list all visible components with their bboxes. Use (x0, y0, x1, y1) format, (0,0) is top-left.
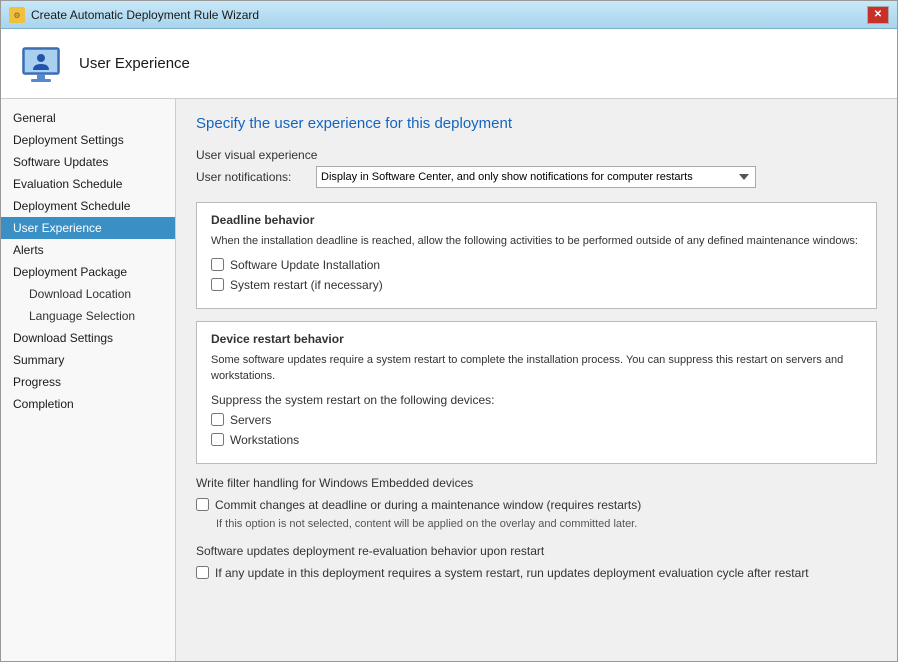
user-notifications-select[interactable]: Display in Software Center, and only sho… (316, 166, 756, 188)
re-evaluation-row: If any update in this deployment require… (196, 566, 877, 580)
sidebar-item-software-updates[interactable]: Software Updates (1, 151, 175, 173)
sidebar-item-download-location[interactable]: Download Location (1, 283, 175, 305)
sidebar-item-evaluation-schedule[interactable]: Evaluation Schedule (1, 173, 175, 195)
software-update-install-label: Software Update Installation (230, 258, 380, 272)
servers-label: Servers (230, 413, 271, 427)
window-title: Create Automatic Deployment Rule Wizard (31, 8, 259, 22)
workstations-row: Workstations (211, 433, 862, 447)
re-evaluation-checkbox[interactable] (196, 566, 209, 579)
workstations-checkbox[interactable] (211, 433, 224, 446)
svg-text:⚙: ⚙ (13, 11, 20, 20)
system-restart-label: System restart (if necessary) (230, 278, 383, 292)
title-bar: ⚙ Create Automatic Deployment Rule Wizar… (1, 1, 897, 29)
sidebar-item-summary[interactable]: Summary (1, 349, 175, 371)
sidebar-item-deployment-package[interactable]: Deployment Package (1, 261, 175, 283)
main-area: GeneralDeployment SettingsSoftware Updat… (1, 99, 897, 661)
suppress-label: Suppress the system restart on the follo… (211, 393, 862, 407)
content-title: Specify the user experience for this dep… (196, 115, 877, 132)
title-buttons: ✕ (867, 6, 889, 24)
sidebar-item-alerts[interactable]: Alerts (1, 239, 175, 261)
sidebar: GeneralDeployment SettingsSoftware Updat… (1, 99, 176, 661)
write-filter-note: If this option is not selected, content … (216, 518, 877, 530)
sidebar-item-language-selection[interactable]: Language Selection (1, 305, 175, 327)
device-restart-behavior-group: Device restart behavior Some software up… (196, 321, 877, 464)
re-evaluation-title: Software updates deployment re-evaluatio… (196, 544, 877, 558)
re-evaluation-section: Software updates deployment re-evaluatio… (196, 544, 877, 580)
sidebar-item-deployment-schedule[interactable]: Deployment Schedule (1, 195, 175, 217)
system-restart-row: System restart (if necessary) (211, 278, 862, 292)
sidebar-item-progress[interactable]: Progress (1, 371, 175, 393)
close-button[interactable]: ✕ (867, 6, 889, 24)
system-restart-checkbox[interactable] (211, 278, 224, 291)
servers-row: Servers (211, 413, 862, 427)
write-filter-section: Write filter handling for Windows Embedd… (196, 476, 877, 530)
window-icon: ⚙ (9, 7, 25, 23)
header-icon (17, 40, 65, 88)
re-evaluation-label: If any update in this deployment require… (215, 566, 809, 580)
sidebar-item-user-experience[interactable]: User Experience (1, 217, 175, 239)
header-area: User Experience (1, 29, 897, 99)
deadline-behavior-group: Deadline behavior When the installation … (196, 202, 877, 309)
software-update-install-row: Software Update Installation (211, 258, 862, 272)
user-notifications-row: User notifications: Display in Software … (196, 166, 877, 188)
commit-changes-label: Commit changes at deadline or during a m… (215, 498, 641, 512)
content-area: Specify the user experience for this dep… (176, 99, 897, 661)
title-bar-left: ⚙ Create Automatic Deployment Rule Wizar… (9, 7, 259, 23)
servers-checkbox[interactable] (211, 413, 224, 426)
commit-changes-checkbox[interactable] (196, 498, 209, 511)
device-restart-title: Device restart behavior (211, 332, 862, 346)
write-filter-title: Write filter handling for Windows Embedd… (196, 476, 877, 490)
deadline-behavior-title: Deadline behavior (211, 213, 862, 227)
sidebar-item-download-settings[interactable]: Download Settings (1, 327, 175, 349)
software-update-install-checkbox[interactable] (211, 258, 224, 271)
user-notifications-label: User notifications: (196, 170, 306, 184)
commit-changes-row: Commit changes at deadline or during a m… (196, 498, 877, 512)
user-visual-experience-section: User visual experience User notification… (196, 148, 877, 188)
user-visual-experience-label: User visual experience (196, 148, 877, 162)
sidebar-item-completion[interactable]: Completion (1, 393, 175, 415)
device-restart-desc: Some software updates require a system r… (211, 352, 862, 385)
deadline-behavior-desc: When the installation deadline is reache… (211, 233, 862, 250)
header-title: User Experience (79, 55, 190, 72)
workstations-label: Workstations (230, 433, 299, 447)
sidebar-item-general[interactable]: General (1, 107, 175, 129)
sidebar-item-deployment-settings[interactable]: Deployment Settings (1, 129, 175, 151)
main-window: ⚙ Create Automatic Deployment Rule Wizar… (0, 0, 898, 662)
